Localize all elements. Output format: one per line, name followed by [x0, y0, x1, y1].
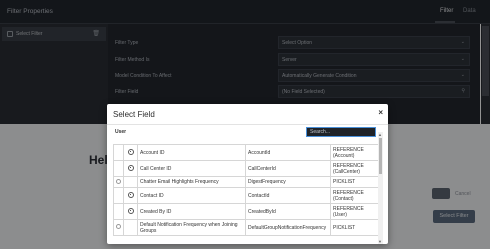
row-select-cell[interactable] [113, 219, 124, 236]
field-api-name: ContactId [245, 187, 331, 204]
table-row[interactable]: Default Notification Frequency when Join… [113, 219, 379, 236]
row-icon-cell [123, 219, 138, 236]
field-api-name: CreatedById [245, 203, 331, 220]
field-table: Account ID AccountId REFERENCE (Account) … [113, 144, 379, 236]
row-icon-cell[interactable] [123, 203, 138, 220]
field-type-line1: PICKLIST [333, 224, 356, 231]
table-row[interactable]: Created By ID CreatedById REFERENCE (User… [113, 203, 379, 220]
dialog-scrollbar[interactable]: ▲ ▼ [378, 132, 383, 244]
field-label: Chatter Email Highlights Frequency [137, 176, 246, 188]
row-icon-cell [123, 176, 138, 188]
gear-icon[interactable] [127, 207, 134, 214]
row-select-cell [113, 187, 124, 204]
divider [107, 124, 388, 125]
field-type: REFERENCE (Contact) [330, 187, 379, 204]
field-type: REFERENCE (User) [330, 203, 379, 220]
search-input[interactable] [306, 127, 376, 137]
row-select-cell [113, 144, 124, 161]
field-label: Contact ID [137, 187, 246, 204]
field-api-name: DefaultGroupNotificationFrequency [245, 219, 331, 236]
table-row[interactable]: Chatter Email Highlights Frequency Diges… [113, 176, 379, 188]
select-field-dialog: Select Field × User Account ID AccountId… [107, 104, 388, 244]
field-type-line2: (Account) [333, 152, 355, 159]
scroll-down-icon[interactable]: ▼ [378, 239, 382, 244]
gear-icon[interactable] [127, 164, 134, 171]
field-api-name: AccountId [245, 144, 331, 161]
field-type-line2: (CallCenter) [333, 168, 360, 175]
field-type: PICKLIST [330, 219, 379, 236]
field-type: PICKLIST [330, 176, 379, 188]
close-icon[interactable]: × [378, 108, 383, 117]
field-api-name: DigestFrequency [245, 176, 331, 188]
field-type-line2: (User) [333, 211, 347, 218]
field-api-name: CallCenterId [245, 160, 331, 177]
field-label: Account ID [137, 144, 246, 161]
table-row[interactable]: Contact ID ContactId REFERENCE (Contact) [113, 187, 379, 204]
field-type-line1: PICKLIST [333, 179, 356, 185]
field-label: Created By ID [137, 203, 246, 220]
row-select-cell [113, 160, 124, 177]
scrollbar-thumb[interactable] [379, 138, 382, 174]
field-label: Default Notification Frequency when Join… [137, 219, 246, 236]
field-label: Call Center ID [137, 160, 246, 177]
row-select-cell [113, 203, 124, 220]
row-icon-cell[interactable] [123, 160, 138, 177]
row-icon-cell[interactable] [123, 187, 138, 204]
object-label: User [115, 129, 127, 135]
table-row[interactable]: Account ID AccountId REFERENCE (Account) [113, 144, 379, 161]
row-icon-cell[interactable] [123, 144, 138, 161]
scroll-up-icon[interactable]: ▲ [378, 132, 382, 137]
field-type: REFERENCE (CallCenter) [330, 160, 379, 177]
field-type: REFERENCE (Account) [330, 144, 379, 161]
gear-icon[interactable] [127, 148, 134, 155]
gear-icon[interactable] [127, 191, 134, 198]
row-select-cell[interactable] [113, 176, 124, 188]
table-row[interactable]: Call Center ID CallCenterId REFERENCE (Ca… [113, 160, 379, 177]
radio-icon[interactable] [116, 224, 121, 229]
radio-icon[interactable] [116, 178, 121, 184]
field-type-line2: (Contact) [333, 195, 354, 202]
dialog-title: Select Field [113, 110, 155, 119]
